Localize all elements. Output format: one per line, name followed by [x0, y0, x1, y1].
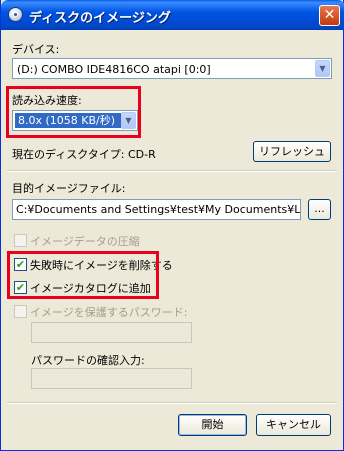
- password-field[interactable]: [31, 322, 192, 343]
- highlight-box-options: [7, 251, 159, 299]
- target-file-input[interactable]: C:¥Documents and Settings¥test¥My Docume…: [12, 199, 301, 220]
- divider: [7, 170, 337, 172]
- refresh-button[interactable]: リフレッシュ: [253, 141, 331, 162]
- compress-label: イメージデータの圧縮: [30, 235, 140, 248]
- title-bar[interactable]: ディスクのイメージング ✕: [1, 0, 344, 30]
- browse-button[interactable]: ...: [308, 199, 331, 220]
- start-button[interactable]: 開始: [178, 414, 247, 436]
- device-label: デバイス:: [12, 43, 60, 56]
- disc-type-text: 現在のディスクタイプ: CD-R: [12, 148, 156, 161]
- divider: [7, 402, 337, 404]
- highlight-box-speed: [6, 86, 141, 138]
- device-select[interactable]: (D:) COMBO IDE4816CO atapi [0:0] ▼: [12, 58, 332, 79]
- confirm-password-field[interactable]: [31, 368, 192, 389]
- compress-checkbox[interactable]: [14, 234, 27, 247]
- chevron-down-icon[interactable]: ▼: [315, 60, 330, 77]
- imaging-dialog: ディスクのイメージング ✕ デバイス: (D:) COMBO IDE4816CO…: [0, 0, 344, 451]
- cancel-button[interactable]: キャンセル: [256, 414, 331, 436]
- device-select-value: (D:) COMBO IDE4816CO atapi [0:0]: [17, 63, 211, 76]
- protect-checkbox[interactable]: [14, 305, 27, 318]
- disc-icon: [8, 7, 23, 22]
- window-title: ディスクのイメージング: [29, 11, 171, 26]
- protect-label: イメージを保護するパスワード:: [30, 306, 188, 319]
- confirm-password-label: パスワードの確認入力:: [31, 354, 145, 367]
- target-file-label: 目的イメージファイル:: [12, 182, 126, 195]
- close-button[interactable]: ✕: [319, 5, 340, 26]
